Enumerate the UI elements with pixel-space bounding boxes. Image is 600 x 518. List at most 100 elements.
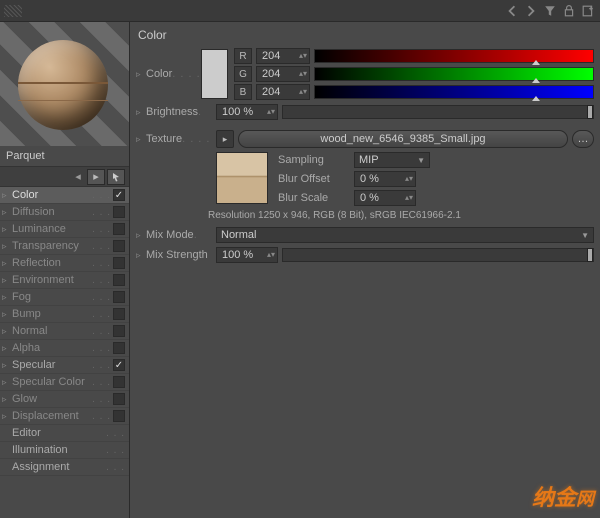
channel-bump[interactable]: ▹Bump . . . bbox=[0, 306, 129, 323]
expand-icon: ▹ bbox=[2, 190, 12, 201]
sampling-dropdown[interactable]: MIP▼ bbox=[354, 152, 430, 168]
spinner-icon[interactable]: ▴▾ bbox=[267, 110, 275, 114]
texture-params: Sampling MIP▼ Blur Offset 0 %▴▾ Blur Sca… bbox=[278, 152, 594, 206]
channel-checkbox[interactable] bbox=[113, 410, 125, 422]
mix-strength-input[interactable]: 100 %▴▾ bbox=[216, 247, 278, 263]
channel-checkbox[interactable] bbox=[113, 359, 125, 371]
expand-icon: ▹ bbox=[2, 343, 12, 354]
chevron-down-icon: ▼ bbox=[417, 156, 425, 165]
channel-label: Luminance bbox=[12, 223, 92, 235]
channel-fog[interactable]: ▹Fog . . . bbox=[0, 289, 129, 306]
b-button[interactable]: B bbox=[234, 84, 252, 100]
channel-specular[interactable]: ▹Specular . . . bbox=[0, 357, 129, 374]
b-input[interactable]: 204▴▾ bbox=[256, 84, 310, 100]
g-button[interactable]: G bbox=[234, 66, 252, 82]
cursor-icon[interactable] bbox=[107, 169, 125, 185]
next-icon[interactable] bbox=[523, 3, 539, 19]
channel-checkbox[interactable] bbox=[113, 189, 125, 201]
texture-detail-row: Sampling MIP▼ Blur Offset 0 %▴▾ Blur Sca… bbox=[216, 152, 594, 206]
blur-offset-row: Blur Offset 0 %▴▾ bbox=[278, 171, 594, 187]
channel-checkbox[interactable] bbox=[113, 342, 125, 354]
channel-checkbox[interactable] bbox=[113, 274, 125, 286]
channel-normal[interactable]: ▹Normal . . . bbox=[0, 323, 129, 340]
channel-editor[interactable]: Editor . . . bbox=[0, 425, 129, 442]
mix-strength-slider[interactable] bbox=[282, 248, 594, 262]
channel-glow[interactable]: ▹Glow . . . bbox=[0, 391, 129, 408]
channel-luminance[interactable]: ▹Luminance . . . bbox=[0, 221, 129, 238]
chevron-down-icon: ▼ bbox=[581, 231, 589, 240]
channel-label: Specular Color bbox=[12, 376, 92, 388]
nav-left-icon[interactable]: ◂ bbox=[71, 169, 85, 185]
channel-diffusion[interactable]: ▹Diffusion . . . bbox=[0, 204, 129, 221]
channel-checkbox[interactable] bbox=[113, 376, 125, 388]
channel-label: Specular bbox=[12, 359, 92, 371]
r-slider[interactable] bbox=[314, 49, 594, 63]
lock-icon[interactable] bbox=[561, 3, 577, 19]
channel-checkbox[interactable] bbox=[113, 325, 125, 337]
color-label: ▹Color . . . . bbox=[136, 68, 201, 80]
sidebar: Parquet ◂ ▸ ▹Color . . .▹Diffusion . . .… bbox=[0, 22, 130, 518]
prev-icon[interactable] bbox=[504, 3, 520, 19]
spinner-icon[interactable]: ▴▾ bbox=[405, 196, 413, 200]
channel-label: Reflection bbox=[12, 257, 92, 269]
channel-checkbox[interactable] bbox=[113, 223, 125, 235]
channel-color[interactable]: ▹Color . . . bbox=[0, 187, 129, 204]
rgb-block: R 204▴▾ G 204▴▾ B 204▴▾ bbox=[234, 48, 594, 100]
channel-label: Illumination bbox=[12, 444, 106, 456]
expand-icon: ▹ bbox=[2, 207, 12, 218]
r-button[interactable]: R bbox=[234, 48, 252, 64]
top-toolbar bbox=[0, 0, 600, 22]
spinner-icon[interactable]: ▴▾ bbox=[267, 253, 275, 257]
sampling-row: Sampling MIP▼ bbox=[278, 152, 594, 168]
expand-icon: ▹ bbox=[2, 224, 12, 235]
mix-strength-row: ▹Mix Strength 100 %▴▾ bbox=[136, 247, 594, 263]
b-row: B 204▴▾ bbox=[234, 84, 594, 100]
channel-displacement[interactable]: ▹Displacement . . . bbox=[0, 408, 129, 425]
channel-reflection[interactable]: ▹Reflection . . . bbox=[0, 255, 129, 272]
color-row: ▹Color . . . . R 204▴▾ G 204▴▾ B bbox=[136, 48, 594, 100]
channel-transparency[interactable]: ▹Transparency . . . bbox=[0, 238, 129, 255]
texture-label: ▹Texture . . . . bbox=[136, 133, 216, 145]
new-icon[interactable] bbox=[580, 3, 596, 19]
expand-icon: ▹ bbox=[2, 360, 12, 371]
channel-label: Color bbox=[12, 189, 92, 201]
main-area: Parquet ◂ ▸ ▹Color . . .▹Diffusion . . .… bbox=[0, 22, 600, 518]
channel-illumination[interactable]: Illumination . . . bbox=[0, 442, 129, 459]
spinner-icon[interactable]: ▴▾ bbox=[299, 54, 307, 58]
g-input[interactable]: 204▴▾ bbox=[256, 66, 310, 82]
sidebar-nav: ◂ ▸ bbox=[0, 167, 129, 187]
mix-mode-dropdown[interactable]: Normal▼ bbox=[216, 227, 594, 243]
browse-button[interactable]: … bbox=[572, 130, 594, 148]
brightness-slider[interactable] bbox=[282, 105, 594, 119]
channel-environment[interactable]: ▹Environment . . . bbox=[0, 272, 129, 289]
channel-checkbox[interactable] bbox=[113, 206, 125, 218]
spinner-icon[interactable]: ▴▾ bbox=[299, 72, 307, 76]
channel-alpha[interactable]: ▹Alpha . . . bbox=[0, 340, 129, 357]
material-name[interactable]: Parquet bbox=[0, 146, 129, 167]
r-row: R 204▴▾ bbox=[234, 48, 594, 64]
spinner-icon[interactable]: ▴▾ bbox=[299, 90, 307, 94]
g-slider[interactable] bbox=[314, 67, 594, 81]
color-swatch[interactable] bbox=[201, 49, 228, 99]
channel-checkbox[interactable] bbox=[113, 291, 125, 303]
blur-offset-input[interactable]: 0 %▴▾ bbox=[354, 171, 416, 187]
funnel-icon[interactable] bbox=[542, 3, 558, 19]
b-slider[interactable] bbox=[314, 85, 594, 99]
channel-checkbox[interactable] bbox=[113, 308, 125, 320]
sampling-label: Sampling bbox=[278, 154, 348, 166]
texture-thumbnail[interactable] bbox=[216, 152, 268, 204]
channel-checkbox[interactable] bbox=[113, 393, 125, 405]
channel-assignment[interactable]: Assignment . . . bbox=[0, 459, 129, 476]
spinner-icon[interactable]: ▴▾ bbox=[405, 177, 413, 181]
r-input[interactable]: 204▴▾ bbox=[256, 48, 310, 64]
channel-specular-color[interactable]: ▹Specular Color . . . bbox=[0, 374, 129, 391]
texture-play-icon[interactable]: ▸ bbox=[216, 130, 234, 148]
brightness-input[interactable]: 100 %▴▾ bbox=[216, 104, 278, 120]
expand-icon: ▹ bbox=[2, 275, 12, 286]
channel-checkbox[interactable] bbox=[113, 240, 125, 252]
blur-scale-input[interactable]: 0 %▴▾ bbox=[354, 190, 416, 206]
brightness-row: ▹Brightness . 100 %▴▾ bbox=[136, 104, 594, 120]
nav-right-icon[interactable]: ▸ bbox=[87, 169, 105, 185]
texture-filename[interactable]: wood_new_6546_9385_Small.jpg bbox=[238, 130, 568, 148]
channel-checkbox[interactable] bbox=[113, 257, 125, 269]
